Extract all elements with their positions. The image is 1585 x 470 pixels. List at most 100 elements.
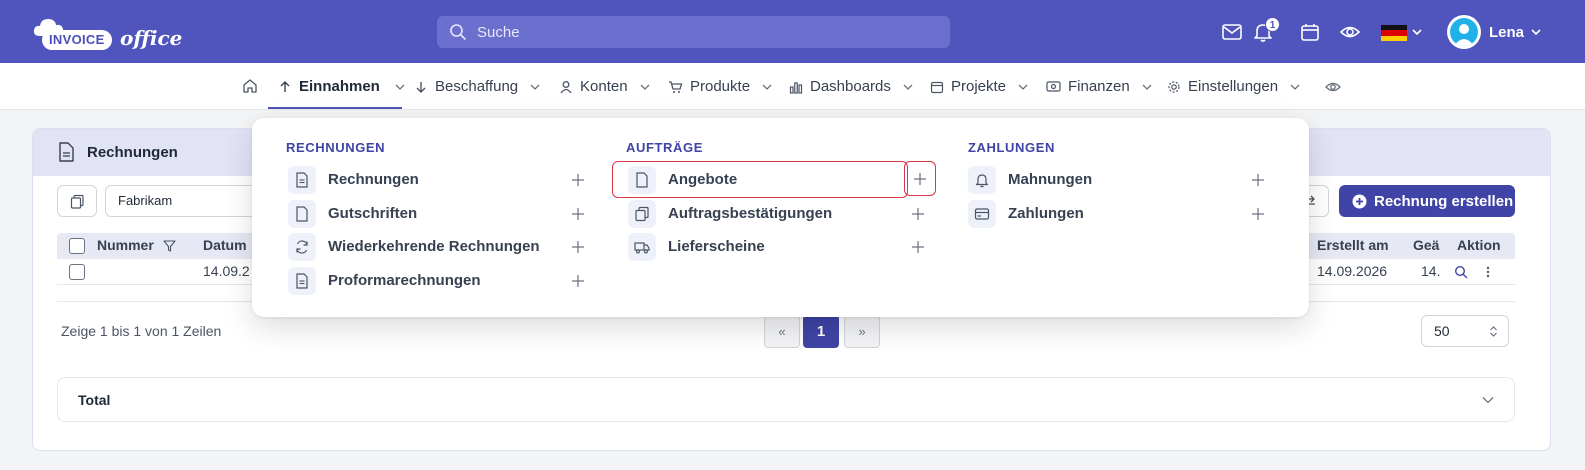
menu-item-rechnungen[interactable]: Rechnungen	[288, 164, 558, 194]
section-title-rechnungen: RECHNUNGEN	[286, 140, 386, 155]
menu-item-auftragsbestaetigungen[interactable]: Auftragsbestätigungen	[628, 198, 898, 228]
add-wiederkehrende-rechnung-plus-icon[interactable]	[570, 239, 586, 255]
add-angebot-plus-icon[interactable]	[912, 171, 928, 187]
select-all-checkbox[interactable]	[69, 238, 85, 254]
pagination-page-1[interactable]: 1	[803, 315, 839, 348]
arrow-up-icon	[280, 80, 290, 92]
nav-produkte[interactable]: Produkte	[668, 63, 772, 110]
nav-label: Einnahmen	[299, 78, 380, 95]
filter-icon[interactable]	[163, 240, 176, 252]
menu-item-zahlungen[interactable]: Zahlungen	[968, 198, 1238, 228]
page-size-select[interactable]: 50	[1421, 315, 1509, 347]
notification-badge: 1	[1265, 17, 1280, 32]
nav-label: Konten	[580, 78, 628, 95]
truck-icon	[634, 242, 650, 254]
home-icon[interactable]	[242, 78, 258, 94]
add-mahnung-plus-icon[interactable]	[1250, 172, 1266, 188]
column-action: Aktion	[1457, 237, 1501, 253]
nav-projekte[interactable]: Projekte	[930, 63, 1028, 110]
page-size-value: 50	[1434, 323, 1450, 339]
document-icon	[296, 206, 308, 222]
menu-item-label: Lieferscheine	[668, 238, 765, 255]
chevron-down-icon	[530, 84, 540, 90]
gear-icon	[1168, 80, 1180, 93]
calendar-icon	[930, 81, 944, 93]
nav-einstellungen[interactable]: Einstellungen	[1167, 63, 1300, 110]
plus-circle-icon	[1352, 194, 1367, 208]
nav-einnahmen[interactable]: Einnahmen	[278, 63, 405, 110]
nav-finanzen[interactable]: Finanzen	[1046, 63, 1152, 110]
bar-chart-icon	[789, 81, 803, 94]
nav-label: Produkte	[690, 78, 751, 95]
eye-icon[interactable]	[1339, 21, 1361, 43]
total-label: Total	[78, 392, 111, 408]
menu-item-wiederkehrende-rechnungen[interactable]: Wiederkehrende Rechnungen	[288, 231, 558, 261]
card-title: Rechnungen	[87, 144, 178, 161]
pagination-info: Zeige 1 bis 1 von 1 Zeilen	[61, 323, 222, 339]
menu-item-label: Zahlungen	[1008, 205, 1084, 222]
nav-beschaffung[interactable]: Beschaffung	[414, 63, 540, 110]
main-navigation: Einnahmen Beschaffung Konten Produkte Da…	[0, 63, 1585, 110]
chevron-down-icon	[1482, 397, 1494, 404]
german-flag-icon[interactable]	[1381, 25, 1407, 41]
refresh-icon	[296, 240, 308, 254]
logo-pill-text: INVOICE	[42, 30, 112, 50]
mail-icon[interactable]	[1221, 21, 1243, 43]
add-proformarechnung-plus-icon[interactable]	[570, 273, 586, 289]
add-auftragsbestaetigung-plus-icon[interactable]	[910, 206, 926, 222]
user-icon	[560, 80, 572, 93]
add-lieferschein-plus-icon[interactable]	[910, 239, 926, 255]
menu-item-label: Gutschriften	[328, 205, 418, 222]
top-bar: INVOICE office Suche 1 Lena	[0, 0, 1585, 63]
column-number[interactable]: Nummer	[97, 237, 154, 253]
section-title-zahlungen: ZAHLUNGEN	[968, 140, 1056, 155]
chevron-down-icon[interactable]	[1530, 27, 1542, 37]
invoiceoffice-logo[interactable]: INVOICE office	[32, 12, 182, 52]
chevron-down-icon	[1018, 84, 1028, 90]
search-icon[interactable]	[1454, 265, 1468, 279]
nav-konten[interactable]: Konten	[559, 63, 650, 110]
invoice-icon	[296, 273, 308, 289]
add-zahlung-plus-icon[interactable]	[1250, 206, 1266, 222]
customer-filter-input[interactable]: Fabrikam	[105, 185, 265, 217]
sort-arrows-icon	[1490, 326, 1497, 337]
pagination-prev[interactable]: «	[764, 315, 800, 348]
search-input[interactable]: Suche	[437, 16, 950, 48]
active-tab-indicator	[268, 107, 402, 109]
menu-item-proformarechnungen[interactable]: Proformarechnungen	[288, 265, 558, 295]
eye-icon[interactable]	[1325, 79, 1341, 95]
chevron-down-icon[interactable]	[1411, 27, 1423, 37]
total-accordion[interactable]: Total	[57, 377, 1515, 422]
bell-icon	[975, 174, 989, 188]
pagination-next[interactable]: »	[844, 315, 880, 348]
banknote-icon	[1046, 81, 1061, 92]
menu-item-gutschriften[interactable]: Gutschriften	[288, 198, 558, 228]
add-rechnung-plus-icon[interactable]	[570, 172, 586, 188]
nav-label: Beschaffung	[435, 78, 519, 95]
chevron-down-icon	[395, 84, 405, 90]
avatar[interactable]	[1447, 15, 1481, 49]
logo-script-text: office	[120, 26, 183, 50]
menu-item-mahnungen[interactable]: Mahnungen	[968, 164, 1238, 194]
column-changed[interactable]: Geä	[1413, 237, 1439, 253]
calendar-icon[interactable]	[1299, 21, 1321, 43]
menu-item-lieferscheine[interactable]: Lieferscheine	[628, 231, 898, 261]
create-invoice-button[interactable]: Rechnung erstellen	[1339, 185, 1515, 217]
user-name[interactable]: Lena	[1489, 24, 1524, 41]
column-created[interactable]: Erstellt am	[1317, 237, 1389, 253]
menu-item-angebote[interactable]: Angebote	[628, 164, 898, 194]
nav-dashboards[interactable]: Dashboards	[789, 63, 913, 110]
chevron-down-icon	[903, 84, 913, 90]
credit-card-icon	[974, 208, 990, 220]
menu-item-label: Auftragsbestätigungen	[668, 205, 833, 222]
create-invoice-label: Rechnung erstellen	[1374, 192, 1514, 210]
arrow-down-icon	[416, 81, 426, 93]
copy-button[interactable]	[57, 185, 97, 217]
cart-icon	[669, 80, 683, 93]
row-created: 14.09.2026	[1317, 263, 1388, 279]
column-date[interactable]: Datum	[203, 237, 247, 253]
row-checkbox[interactable]	[69, 264, 85, 280]
add-gutschrift-plus-icon[interactable]	[570, 206, 586, 222]
chevron-down-icon	[1142, 84, 1152, 90]
more-vertical-icon[interactable]	[1485, 265, 1491, 279]
